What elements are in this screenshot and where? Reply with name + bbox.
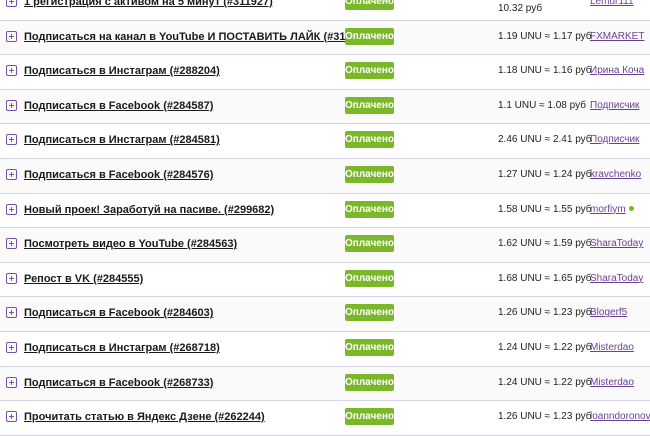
table-row: Подписаться на канал в YouTube И ПОСТАВИ… bbox=[0, 20, 650, 56]
expand-plus-icon[interactable] bbox=[6, 168, 17, 180]
author-link[interactable]: Blogerf5 bbox=[590, 307, 627, 318]
status-badge: Оплачено bbox=[345, 373, 394, 391]
task-title-link[interactable]: Подписаться в Facebook (#284587) bbox=[24, 100, 213, 112]
author-name: kravchenko bbox=[590, 168, 642, 180]
author-link[interactable]: Подписчик bbox=[590, 134, 639, 145]
table-row: Подписаться в Facebook (#268733) Оплачено… bbox=[0, 366, 650, 402]
payment-amount: 1.26 UNU ≈ 1.23 руб bbox=[498, 307, 592, 319]
expand-plus-icon[interactable] bbox=[6, 341, 17, 353]
status-badge: Оплачено bbox=[345, 304, 394, 322]
author-name: morfiym bbox=[590, 203, 626, 215]
author-name: Misterdao bbox=[590, 341, 634, 353]
task-title-link[interactable]: Новый проек! Заработуй на пасиве. (#2996… bbox=[24, 204, 274, 216]
table-row: Подписаться в Facebook (#284603) Оплачено… bbox=[0, 297, 650, 332]
author-name: Подписчик bbox=[590, 99, 640, 111]
author-link[interactable]: FXMARKET bbox=[590, 31, 644, 42]
task-title-link[interactable]: Репост в VK (#284555) bbox=[24, 273, 143, 285]
table-row: Подписаться в Facebook (#284576) Оплачено… bbox=[0, 158, 650, 194]
table-row: Прочитать статью в Яндекс Дзене (#262244… bbox=[0, 401, 650, 436]
expand-plus-icon[interactable] bbox=[6, 376, 17, 388]
payment-amount: 1.24 UNU ≈ 1.22 руб bbox=[498, 376, 592, 388]
payment-amount: 2.46 UNU ≈ 2.41 руб bbox=[498, 134, 592, 146]
task-title-link[interactable]: Прочитать статью в Яндекс Дзене (#262244… bbox=[24, 411, 265, 423]
task-title-link[interactable]: Подписаться в Facebook (#284603) bbox=[24, 307, 213, 319]
author-link[interactable]: Misterdao bbox=[590, 342, 634, 353]
status-badge: Оплачено bbox=[345, 0, 394, 10]
status-badge: Оплачено bbox=[345, 269, 394, 287]
expand-plus-icon[interactable] bbox=[6, 0, 17, 7]
task-title-link[interactable]: Подписаться в Инстаграм (#288204) bbox=[24, 65, 220, 77]
author-link[interactable]: Lemur111 bbox=[590, 0, 634, 7]
task-title-link[interactable]: Подписаться в Инстаграм (#284581) bbox=[24, 134, 220, 146]
payment-amount: 10.53 UNU ≈ 10.32 руб bbox=[498, 0, 556, 14]
payment-amount: 1.58 UNU ≈ 1.55 руб bbox=[498, 203, 592, 215]
table-row: Подписаться в Facebook (#284587) Оплачено… bbox=[0, 89, 650, 125]
author-link[interactable]: loanndoronov bbox=[590, 411, 650, 422]
author-name: SharaToday bbox=[590, 238, 644, 250]
author-name: FXMARKET bbox=[590, 30, 645, 42]
status-badge: Оплачено bbox=[345, 165, 394, 183]
author-link[interactable]: morfiym bbox=[590, 204, 634, 215]
status-badge: Оплачено bbox=[345, 96, 394, 114]
payment-amount: 1.18 UNU ≈ 1.16 руб bbox=[498, 65, 592, 77]
payment-amount: 1.26 UNU ≈ 1.23 руб bbox=[498, 411, 592, 423]
expand-plus-icon[interactable] bbox=[6, 99, 17, 111]
task-title-link[interactable]: Подписаться в Facebook (#284576) bbox=[24, 169, 213, 181]
task-title-link[interactable]: 1 регистрация с активом на 5 минут (#311… bbox=[24, 0, 273, 8]
status-badge: Оплачено bbox=[345, 408, 394, 426]
expand-plus-icon[interactable] bbox=[6, 30, 17, 42]
status-badge: Оплачено bbox=[345, 131, 394, 149]
task-title-link[interactable]: Подписаться в Facebook (#268733) bbox=[24, 377, 213, 389]
expand-plus-icon[interactable] bbox=[6, 203, 17, 215]
expand-plus-icon[interactable] bbox=[6, 307, 17, 319]
table-row: Новый проек! Заработуй на пасиве. (#2996… bbox=[0, 193, 650, 229]
table-row: Подписаться в Инстаграм (#288204) Оплачен… bbox=[0, 55, 650, 90]
author-link[interactable]: Подписчик bbox=[590, 100, 639, 111]
payment-amount: 1.62 UNU ≈ 1.59 руб bbox=[498, 238, 592, 250]
author-name: Lemur111 bbox=[590, 0, 634, 7]
task-title-link[interactable]: Подписаться на канал в YouTube И ПОСТАВИ… bbox=[24, 31, 373, 43]
status-badge: Оплачено bbox=[345, 62, 394, 80]
author-link[interactable]: Misterdao bbox=[590, 377, 634, 388]
expand-plus-icon[interactable] bbox=[6, 134, 17, 146]
author-name: Подписчик bbox=[590, 134, 640, 146]
table-row: Подписаться в Инстаграм (#284581) Оплачен… bbox=[0, 124, 650, 159]
status-badge: Оплачено bbox=[345, 338, 394, 356]
author-link[interactable]: Ирина Коча bbox=[590, 65, 644, 76]
author-link[interactable]: kravchenko bbox=[590, 169, 641, 180]
payment-amount: 1.24 UNU ≈ 1.22 руб bbox=[498, 341, 592, 353]
expand-plus-icon[interactable] bbox=[6, 65, 17, 77]
status-badge: Оплачено bbox=[345, 200, 394, 218]
author-name: Misterdao bbox=[590, 376, 634, 388]
table-row: Посмотреть видео в YouTube (#284563) Опла… bbox=[0, 228, 650, 263]
expand-plus-icon[interactable] bbox=[6, 272, 17, 284]
author-name: loanndoronov bbox=[590, 411, 650, 423]
task-title-link[interactable]: Подписаться в Инстаграм (#268718) bbox=[24, 342, 220, 354]
author-link[interactable]: SharaToday bbox=[590, 273, 643, 284]
table-row: Репост в VK (#284555) Оплачено 1.68 UNU ≈ … bbox=[0, 262, 650, 298]
payment-amount: 1.1 UNU ≈ 1.08 руб bbox=[498, 99, 586, 111]
payment-amount: 1.68 UNU ≈ 1.65 руб bbox=[498, 272, 592, 284]
status-badge: Оплачено bbox=[345, 235, 394, 253]
author-name: Ирина Коча bbox=[590, 65, 645, 77]
task-history-table: 1 регистрация с активом на 5 минут (#311… bbox=[0, 0, 650, 436]
expand-plus-icon[interactable] bbox=[6, 238, 17, 250]
online-status-icon bbox=[628, 206, 634, 212]
table-row: Подписаться в Инстаграм (#268718) Оплачен… bbox=[0, 331, 650, 367]
author-name: Blogerf5 bbox=[590, 307, 628, 319]
payment-amount: 1.27 UNU ≈ 1.24 руб bbox=[498, 168, 592, 180]
table-row: 1 регистрация с активом на 5 минут (#311… bbox=[0, 0, 650, 21]
author-link[interactable]: SharaToday bbox=[590, 238, 643, 249]
task-title-link[interactable]: Посмотреть видео в YouTube (#284563) bbox=[24, 238, 237, 250]
status-badge: Оплачено bbox=[345, 27, 394, 45]
expand-plus-icon[interactable] bbox=[6, 411, 17, 423]
author-name: SharaToday bbox=[590, 272, 644, 284]
payment-amount: 1.19 UNU ≈ 1.17 руб bbox=[498, 30, 592, 42]
